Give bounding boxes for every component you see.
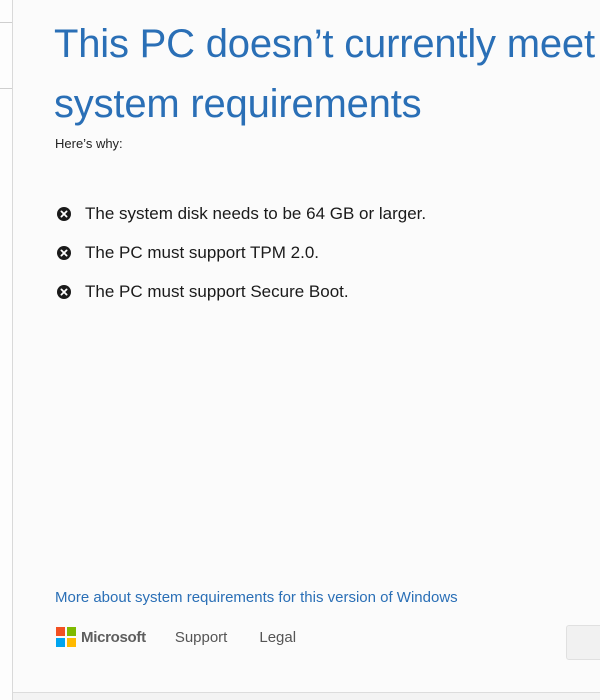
page-title-line-1: This PC doesn’t currently meet	[54, 22, 595, 66]
page-title: This PC doesn’t currently meet system re…	[54, 14, 595, 134]
legal-link[interactable]: Legal	[259, 629, 296, 646]
footer: Microsoft Support Legal	[56, 626, 328, 648]
error-x-icon	[57, 284, 71, 299]
error-x-icon	[57, 206, 71, 221]
system-requirements-link[interactable]: More about system requirements for this …	[55, 589, 458, 606]
microsoft-logo-icon	[56, 627, 76, 647]
compatibility-dialog: This PC doesn’t currently meet system re…	[13, 0, 600, 693]
microsoft-wordmark: Microsoft	[81, 628, 146, 646]
background-window-divider	[0, 22, 12, 23]
requirement-item: The PC must support Secure Boot.	[57, 272, 426, 311]
reasons-intro: Here’s why:	[55, 136, 123, 151]
action-button-partial[interactable]	[566, 625, 600, 660]
microsoft-logo: Microsoft	[56, 627, 146, 647]
background-window-divider	[0, 88, 12, 89]
background-window-edge	[0, 0, 13, 700]
support-link[interactable]: Support	[175, 629, 228, 646]
error-x-icon	[57, 245, 71, 260]
requirement-text: The system disk needs to be 64 GB or lar…	[85, 203, 427, 223]
requirement-item: The PC must support TPM 2.0.	[57, 233, 426, 272]
requirement-text: The PC must support Secure Boot.	[85, 281, 349, 301]
requirement-text: The PC must support TPM 2.0.	[85, 242, 319, 262]
screen: This PC doesn’t currently meet system re…	[0, 0, 600, 700]
page-title-line-2: system requirements	[54, 82, 422, 126]
requirement-item: The system disk needs to be 64 GB or lar…	[57, 194, 426, 233]
requirements-list: The system disk needs to be 64 GB or lar…	[57, 194, 426, 311]
